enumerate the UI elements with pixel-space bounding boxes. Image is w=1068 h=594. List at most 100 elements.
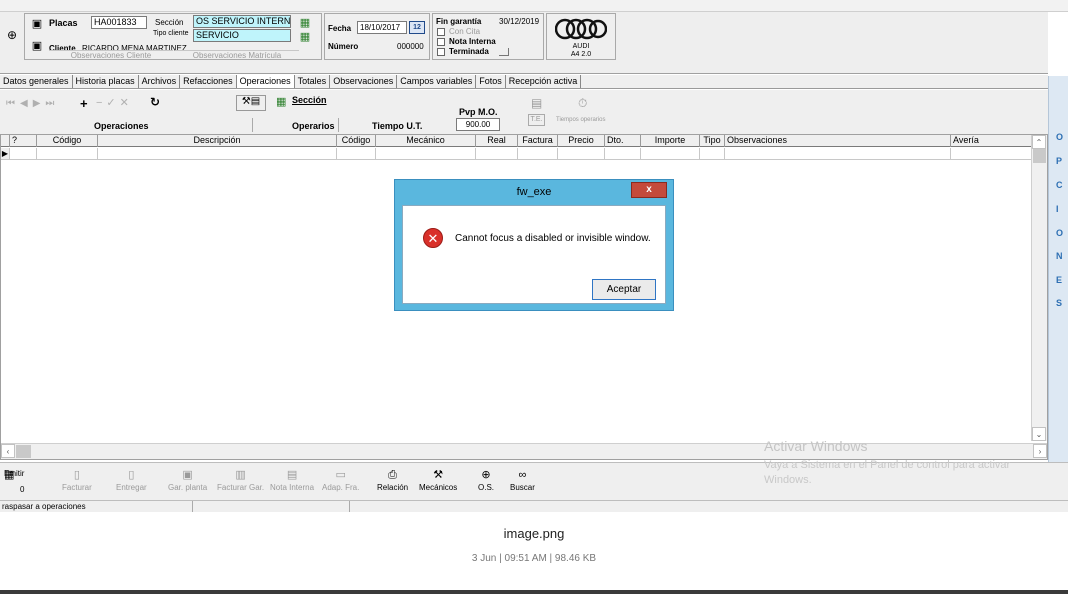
- table-cell[interactable]: [558, 148, 605, 160]
- fin-garantia-label: Fin garantía: [436, 17, 482, 26]
- tab-datos-generales[interactable]: Datos generales: [0, 75, 73, 88]
- error-icon: ✕: [423, 228, 443, 248]
- adap-fra-button[interactable]: ▭ Adap. Fra.: [322, 467, 359, 492]
- calendar-icon[interactable]: 12: [409, 21, 425, 34]
- scroll-thumb[interactable]: [1033, 149, 1046, 163]
- placas-field[interactable]: HA001833: [91, 16, 147, 29]
- opciones-side-panel[interactable]: O P C I O N E S: [1048, 76, 1068, 462]
- table-cell[interactable]: [337, 148, 376, 160]
- col-importe[interactable]: Importe: [641, 135, 700, 147]
- viewer-bottom-edge: [0, 590, 1068, 594]
- col-codigo[interactable]: Código: [37, 135, 98, 147]
- table-cell[interactable]: [518, 148, 558, 160]
- relacion-button[interactable]: ⎙ Relación: [377, 467, 408, 492]
- mecanicos-button[interactable]: ⚒ Mecánicos: [419, 467, 457, 492]
- entregar-button[interactable]: ▯ Entregar: [116, 467, 147, 492]
- obs-cliente-button[interactable]: Observaciones Cliente: [49, 50, 173, 60]
- nota-interna-label: Nota Interna: [449, 37, 496, 46]
- table-cell[interactable]: [725, 148, 951, 160]
- scroll-right-icon[interactable]: ›: [1033, 444, 1047, 458]
- buscar-button[interactable]: ∞ Buscar: [510, 467, 535, 492]
- col-codigo-operario[interactable]: Código: [337, 135, 376, 147]
- con-cita-checkbox[interactable]: [437, 28, 445, 36]
- tab-campos-variables[interactable]: Campos variables: [397, 75, 477, 88]
- col-observaciones[interactable]: Observaciones: [725, 135, 951, 147]
- scroll-up-icon[interactable]: ⌃: [1032, 135, 1046, 149]
- seccion-field[interactable]: OS SERVICIO INTERNA: [193, 15, 291, 28]
- tipo-cliente-field[interactable]: SERVICIO: [193, 29, 291, 42]
- obs-matricula-button[interactable]: Observaciones Matrícula: [175, 50, 299, 60]
- col-factura[interactable]: Factura: [518, 135, 558, 147]
- table-cell[interactable]: [605, 148, 641, 160]
- clock-icon[interactable]: ⏱: [578, 96, 587, 111]
- tipo-cliente-lookup-icon[interactable]: ▦: [297, 29, 313, 43]
- col-real[interactable]: Real: [476, 135, 518, 147]
- facturar-gar-button[interactable]: ▥ Facturar Gar.: [217, 467, 264, 492]
- col-precio[interactable]: Precio: [558, 135, 605, 147]
- side-letter: O: [1056, 228, 1064, 238]
- vertical-scrollbar[interactable]: ⌃ ⌄: [1031, 135, 1047, 441]
- table-cell[interactable]: [37, 148, 98, 160]
- add-icon[interactable]: +: [80, 96, 88, 111]
- terminada-checkbox[interactable]: [437, 48, 445, 56]
- divider: [338, 118, 339, 132]
- col-dto[interactable]: Dto.: [605, 135, 641, 147]
- time-table-icon[interactable]: ▤: [531, 96, 542, 110]
- seccion-tree-icon[interactable]: ▦: [276, 95, 286, 108]
- client-tree-icon[interactable]: ▣: [29, 38, 45, 52]
- scroll-down-icon[interactable]: ⌄: [1032, 427, 1046, 441]
- tab-operaciones[interactable]: Operaciones: [236, 75, 295, 88]
- scroll-thumb[interactable]: [16, 445, 31, 458]
- facturar-button[interactable]: ▯ Facturar: [62, 467, 92, 492]
- tab-recepcion-activa[interactable]: Recepción activa: [506, 75, 582, 88]
- tab-historia-placas[interactable]: Historia placas: [73, 75, 139, 88]
- te-button[interactable]: T.E.: [528, 114, 545, 126]
- tiempos-operarios-label[interactable]: Tiempos operarios: [556, 117, 605, 123]
- nota-interna-checkbox[interactable]: [437, 38, 445, 46]
- side-letter: P: [1056, 156, 1063, 166]
- table-cell[interactable]: [476, 148, 518, 160]
- edit-delete-icons[interactable]: −✓✕: [96, 96, 133, 109]
- tab-fotos[interactable]: Fotos: [476, 75, 506, 88]
- row-pointer-icon[interactable]: ▶: [1, 148, 10, 160]
- nota-interna-button[interactable]: ▤ Nota Interna: [270, 467, 314, 492]
- vehicle-tree-icon[interactable]: ▣: [29, 16, 45, 30]
- fecha-field[interactable]: 18/10/2017: [357, 21, 407, 34]
- horizontal-scrollbar[interactable]: ‹ ›: [1, 443, 1047, 459]
- pvp-mo-field[interactable]: 900.00: [456, 118, 500, 131]
- seccion-link[interactable]: Sección: [292, 95, 327, 105]
- col-descripcion[interactable]: Descripción: [98, 135, 337, 147]
- mechanic-print-button[interactable]: ⚒▤: [236, 95, 266, 111]
- aceptar-button[interactable]: Aceptar: [592, 279, 656, 300]
- tab-refacciones[interactable]: Refacciones: [180, 75, 237, 88]
- table-cell[interactable]: [376, 148, 476, 160]
- table-cell[interactable]: [951, 148, 1032, 160]
- col-question[interactable]: ?: [10, 135, 37, 147]
- tab-totales[interactable]: Totales: [295, 75, 331, 88]
- gar-planta-button[interactable]: ▣ Gar. planta: [168, 467, 207, 492]
- divider: [192, 501, 193, 512]
- tab-archivos[interactable]: Archivos: [139, 75, 181, 88]
- document-icon: ▥: [235, 469, 246, 481]
- scroll-left-icon[interactable]: ‹: [1, 444, 15, 458]
- os-button[interactable]: ⊕ O.S.: [478, 467, 494, 492]
- document-icon: ▯: [73, 469, 80, 481]
- nav-first-prev-next-last-icon[interactable]: ⏮◀▶⏭: [6, 98, 59, 109]
- close-icon[interactable]: x: [631, 182, 667, 198]
- table-cell[interactable]: [700, 148, 725, 160]
- table-cell[interactable]: [641, 148, 700, 160]
- seccion-lookup-icon[interactable]: ▦: [297, 15, 313, 29]
- terminada-date-icon[interactable]: [499, 48, 509, 56]
- order-header: ⊕ ▣ Placas HA001833 Sección OS SERVICIO …: [0, 12, 1048, 74]
- side-letter: O: [1056, 132, 1064, 142]
- col-tipo[interactable]: Tipo: [700, 135, 725, 147]
- divider: [252, 118, 253, 132]
- zoom-icon[interactable]: ⊕: [5, 28, 19, 42]
- col-mecanico[interactable]: Mecánico: [376, 135, 476, 147]
- table-cell[interactable]: [10, 148, 37, 160]
- tab-observaciones[interactable]: Observaciones: [330, 75, 398, 88]
- col-averia[interactable]: Avería: [951, 135, 1032, 147]
- mechanic-icon: ⚒: [433, 469, 444, 481]
- refresh-icon[interactable]: ↻: [150, 95, 160, 109]
- table-cell[interactable]: [98, 148, 337, 160]
